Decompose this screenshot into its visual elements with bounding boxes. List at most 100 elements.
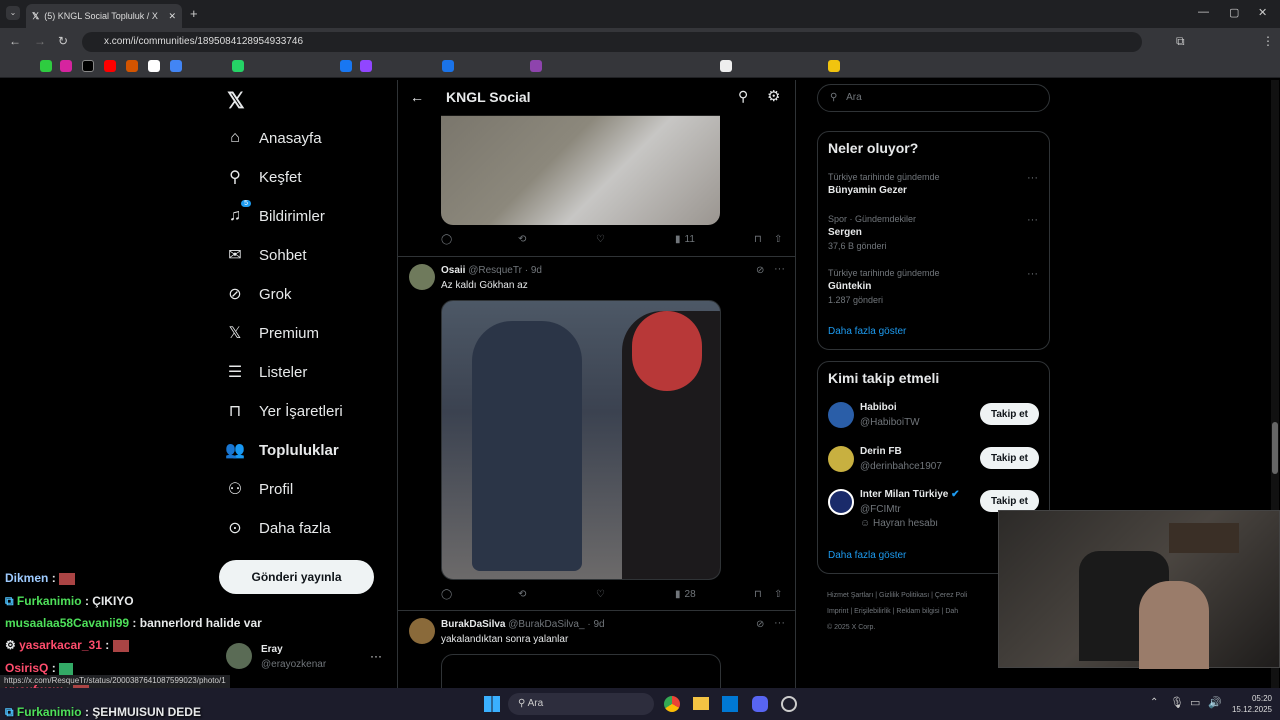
bookmark-icon[interactable] — [360, 60, 372, 72]
browser-tab[interactable]: 𝕏 (5) KNGL Social Topluluk / X ✕ — [26, 4, 182, 28]
repost-icon[interactable]: ⟲ — [518, 589, 526, 600]
nav-communities[interactable]: 👥 Topluluklar — [225, 440, 339, 460]
follow-button[interactable]: Takip et — [980, 447, 1039, 469]
close-tab-icon[interactable]: ✕ — [168, 11, 176, 22]
footer-link[interactable]: Reklam bilgisi — [896, 608, 939, 615]
reply-icon[interactable]: ◯ — [441, 234, 452, 245]
new-tab-button[interactable]: + — [190, 6, 198, 21]
extensions-icon[interactable]: ⧉ — [1176, 34, 1185, 49]
grok-icon[interactable]: ⊘ — [756, 265, 764, 276]
reply-icon[interactable]: ◯ — [441, 589, 452, 600]
bookmark-icon[interactable] — [60, 60, 72, 72]
bookmark-icon[interactable] — [232, 60, 244, 72]
tray-chevron-icon[interactable]: ⌃ — [1150, 697, 1158, 708]
grok-icon[interactable]: ⊘ — [756, 619, 764, 630]
url-input[interactable]: x.com/i/communities/1895084128954933746 — [82, 32, 1142, 52]
nav-grok[interactable]: ⊘ Grok — [225, 284, 291, 304]
search-icon[interactable]: ⚲ — [738, 88, 748, 105]
follow-button[interactable]: Takip et — [980, 403, 1039, 425]
nav-notifications[interactable]: ♫ 5 Bildirimler — [225, 200, 325, 226]
discord-taskbar-icon[interactable] — [752, 696, 768, 712]
nav-bookmarks[interactable]: ⊓ Yer İşaretleri — [225, 401, 343, 421]
follow-suggestion[interactable]: Inter Milan Türkiye ✔ @FCIMtr ☺ Hayran h… — [828, 487, 978, 531]
minimize-icon[interactable]: — — [1198, 6, 1209, 18]
follow-suggestion[interactable]: Habiboi @HabiboiTW — [828, 400, 968, 432]
scrollbar-thumb[interactable] — [1272, 422, 1278, 474]
nav-premium[interactable]: 𝕏 Premium — [225, 323, 319, 343]
bookmark-icon[interactable] — [442, 60, 454, 72]
settings-icon[interactable]: ⚙ — [767, 87, 780, 105]
bookmark-icon[interactable] — [530, 60, 542, 72]
chrome-taskbar-icon[interactable] — [664, 696, 680, 712]
more-icon[interactable]: ··· — [774, 617, 785, 629]
forward-icon[interactable]: → — [34, 34, 46, 48]
network-icon[interactable]: ▭ — [1190, 696, 1200, 709]
footer-link[interactable]: Imprint — [827, 608, 848, 615]
author-handle[interactable]: @BurakDaSilva_ — [508, 619, 584, 630]
post-button[interactable]: Gönderi yayınla — [219, 560, 374, 594]
like-icon[interactable]: ♡ — [596, 234, 605, 245]
trend-item[interactable]: Türkiye tarihinde gündemde Güntekin 1.28… — [828, 268, 1038, 308]
footer-link[interactable]: Gizlilik Politikası — [879, 592, 929, 599]
follow-button[interactable]: Takip et — [980, 490, 1039, 512]
nav-chat[interactable]: ✉ Sohbet — [225, 245, 306, 265]
mic-icon[interactable]: 🎙 — [1170, 696, 1184, 709]
post-time[interactable]: 9d — [531, 265, 542, 276]
author-name[interactable]: BurakDaSilva — [441, 619, 505, 630]
post-time[interactable]: 9d — [593, 619, 604, 630]
nav-profile[interactable]: ⚇ Profil — [225, 479, 293, 499]
like-icon[interactable]: ♡ — [596, 589, 605, 600]
more-icon[interactable]: ··· — [1027, 172, 1038, 184]
trend-item[interactable]: Spor · Gündemdekiler Sergen 37,6 B gönde… — [828, 214, 1038, 254]
taskbar-search[interactable]: ⚲ Ara — [508, 693, 654, 715]
post[interactable]: Osaii @ResqueTr · 9d ⊘ ··· Az kaldı Gökh… — [398, 257, 795, 609]
clock[interactable]: 05:20 15.12.2025 — [1222, 693, 1272, 715]
more-icon[interactable]: ··· — [1027, 214, 1038, 226]
share-icon[interactable]: ⇧ — [774, 589, 782, 600]
explorer-taskbar-icon[interactable] — [693, 697, 709, 710]
show-more-link[interactable]: Daha fazla göster — [828, 550, 906, 561]
reload-icon[interactable]: ↻ — [58, 34, 68, 48]
bookmark-icon[interactable] — [126, 60, 138, 72]
trend-item[interactable]: Türkiye tarihinde gündemde Bünyamin Geze… — [828, 172, 1038, 206]
author-handle[interactable]: @ResqueTr — [468, 265, 522, 276]
nav-more[interactable]: ⊙ Daha fazla — [225, 518, 330, 538]
more-icon[interactable]: ··· — [370, 649, 382, 663]
follow-suggestion[interactable]: Derin FB @derinbahce1907 — [828, 444, 968, 476]
window-close-icon[interactable]: ✕ — [1258, 6, 1267, 19]
bookmark-icon[interactable] — [340, 60, 352, 72]
bookmark-icon[interactable]: ⊓ — [754, 234, 762, 245]
bookmark-icon[interactable] — [104, 60, 116, 72]
repost-icon[interactable]: ⟲ — [518, 234, 526, 245]
volume-icon[interactable]: 🔊 — [1208, 696, 1222, 709]
nav-home[interactable]: ⌂ Anasayfa — [225, 128, 321, 148]
bookmark-icon[interactable] — [82, 60, 94, 72]
x-logo-icon[interactable]: 𝕏 — [227, 88, 245, 114]
nav-lists[interactable]: ☰ Listeler — [225, 362, 308, 382]
author-name[interactable]: Osaii — [441, 265, 465, 276]
search-input[interactable]: ⚲ Ara — [817, 84, 1050, 112]
show-more-link[interactable]: Daha fazla göster — [828, 326, 906, 337]
back-icon[interactable]: ← — [9, 34, 21, 48]
bookmark-icon[interactable] — [40, 60, 52, 72]
post-media[interactable] — [441, 654, 721, 690]
account-switcher[interactable]: Eray @erayozkenar ··· — [226, 643, 384, 673]
views-stat[interactable]: ▮ 11 — [675, 234, 695, 245]
footer-link[interactable]: Dah — [945, 608, 958, 615]
app-taskbar-icon[interactable] — [781, 696, 797, 712]
bookmark-icon[interactable] — [170, 60, 182, 72]
footer-link[interactable]: Hizmet Şartları — [827, 592, 873, 599]
post-image[interactable] — [441, 115, 720, 225]
back-arrow-icon[interactable]: ← — [410, 89, 424, 105]
post[interactable]: BurakDaSilva @BurakDaSilva_ · 9d ⊘ ··· y… — [398, 611, 795, 690]
tab-search-icon[interactable]: ⌄ — [6, 6, 20, 20]
menu-icon[interactable]: ⋮ — [1262, 34, 1274, 48]
share-icon[interactable]: ⇧ — [774, 234, 782, 245]
views-stat[interactable]: ▮ 28 — [675, 589, 696, 600]
bookmark-icon[interactable] — [720, 60, 732, 72]
maximize-icon[interactable]: ▢ — [1229, 6, 1239, 19]
bookmark-icon[interactable]: ⊓ — [754, 589, 762, 600]
nav-explore[interactable]: ⚲ Keşfet — [225, 167, 301, 187]
more-icon[interactable]: ··· — [1027, 268, 1038, 280]
footer-link[interactable]: Erişilebilirlik — [854, 608, 891, 615]
